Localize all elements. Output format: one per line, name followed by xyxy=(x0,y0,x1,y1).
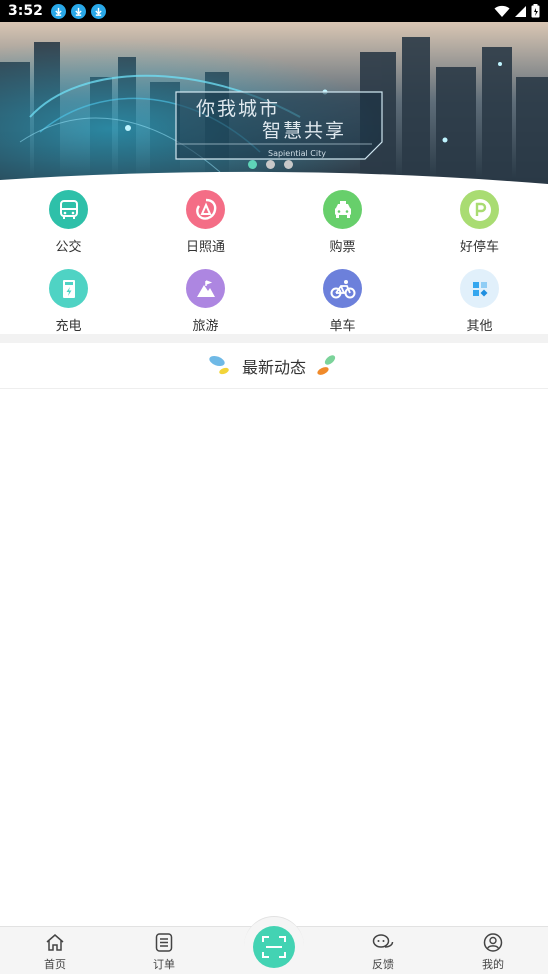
service-label: 购票 xyxy=(329,240,356,255)
service-label: 旅游 xyxy=(192,319,219,334)
status-bar: 3:52 xyxy=(0,0,548,22)
tab-label: 我的 xyxy=(482,958,504,971)
service-label: 单车 xyxy=(329,319,356,334)
news-section-header: 最新动态 xyxy=(0,343,548,389)
service-other[interactable]: 其他 xyxy=(411,269,548,334)
bicycle-icon xyxy=(323,269,362,308)
tab-label: 首页 xyxy=(44,958,66,971)
scan-icon xyxy=(262,935,286,958)
service-label: 公交 xyxy=(55,240,82,255)
orders-list-icon xyxy=(155,933,173,952)
banner-carousel[interactable]: 你我城市 智慧共享 Sapiential City xyxy=(0,22,548,200)
wifi-icon xyxy=(494,5,510,17)
service-label: 其他 xyxy=(466,319,493,334)
more-apps-icon xyxy=(460,269,499,308)
status-time: 3:52 xyxy=(8,3,43,19)
tab-home[interactable]: 首页 xyxy=(25,933,85,972)
service-rizhaotong[interactable]: 日照通 xyxy=(137,190,274,255)
service-label: 日照通 xyxy=(185,240,225,255)
tab-label: 订单 xyxy=(153,958,175,971)
charging-station-icon xyxy=(49,269,88,308)
carousel-dot[interactable] xyxy=(266,160,275,169)
scan-button[interactable] xyxy=(253,925,295,968)
section-divider xyxy=(0,334,548,343)
tab-label: 反馈 xyxy=(372,958,394,971)
parking-icon xyxy=(460,190,499,229)
service-label: 好停车 xyxy=(459,240,499,255)
download-icon xyxy=(70,3,86,19)
service-tickets[interactable]: 购票 xyxy=(274,190,411,255)
banner-title-line2: 智慧共享 xyxy=(262,120,347,142)
banner-subtitle: Sapiential City xyxy=(268,149,326,158)
service-travel[interactable]: 旅游 xyxy=(137,269,274,334)
service-grid: 公交 日照通 购票 好停车 充电 旅游 单车 其他 xyxy=(0,190,548,334)
leaf-decoration-icon xyxy=(209,355,229,374)
download-icon xyxy=(50,3,66,19)
bus-icon xyxy=(49,190,88,229)
carousel-indicators xyxy=(248,160,293,169)
user-profile-icon xyxy=(483,933,503,952)
news-title: 最新动态 xyxy=(241,357,306,377)
service-label: 充电 xyxy=(55,319,82,334)
download-icon xyxy=(90,3,106,19)
carousel-dot[interactable] xyxy=(248,160,257,169)
taxi-icon xyxy=(323,190,362,229)
home-icon xyxy=(46,934,64,951)
tab-mine[interactable]: 我的 xyxy=(463,933,523,972)
service-parking[interactable]: 好停车 xyxy=(411,190,548,255)
chat-bubbles-icon xyxy=(372,934,394,948)
scan-button-wrap xyxy=(244,916,304,974)
service-bike[interactable]: 单车 xyxy=(274,269,411,334)
service-bus[interactable]: 公交 xyxy=(0,190,137,255)
service-charging[interactable]: 充电 xyxy=(0,269,137,334)
signal-icon xyxy=(515,5,526,17)
rizhaotong-logo-icon xyxy=(186,190,225,229)
tab-feedback[interactable]: 反馈 xyxy=(353,933,413,972)
carousel-dot[interactable] xyxy=(284,160,293,169)
tab-orders[interactable]: 订单 xyxy=(134,933,194,972)
leaf-decoration-icon xyxy=(317,354,336,375)
battery-icon xyxy=(531,4,540,18)
mountain-icon xyxy=(186,269,225,308)
